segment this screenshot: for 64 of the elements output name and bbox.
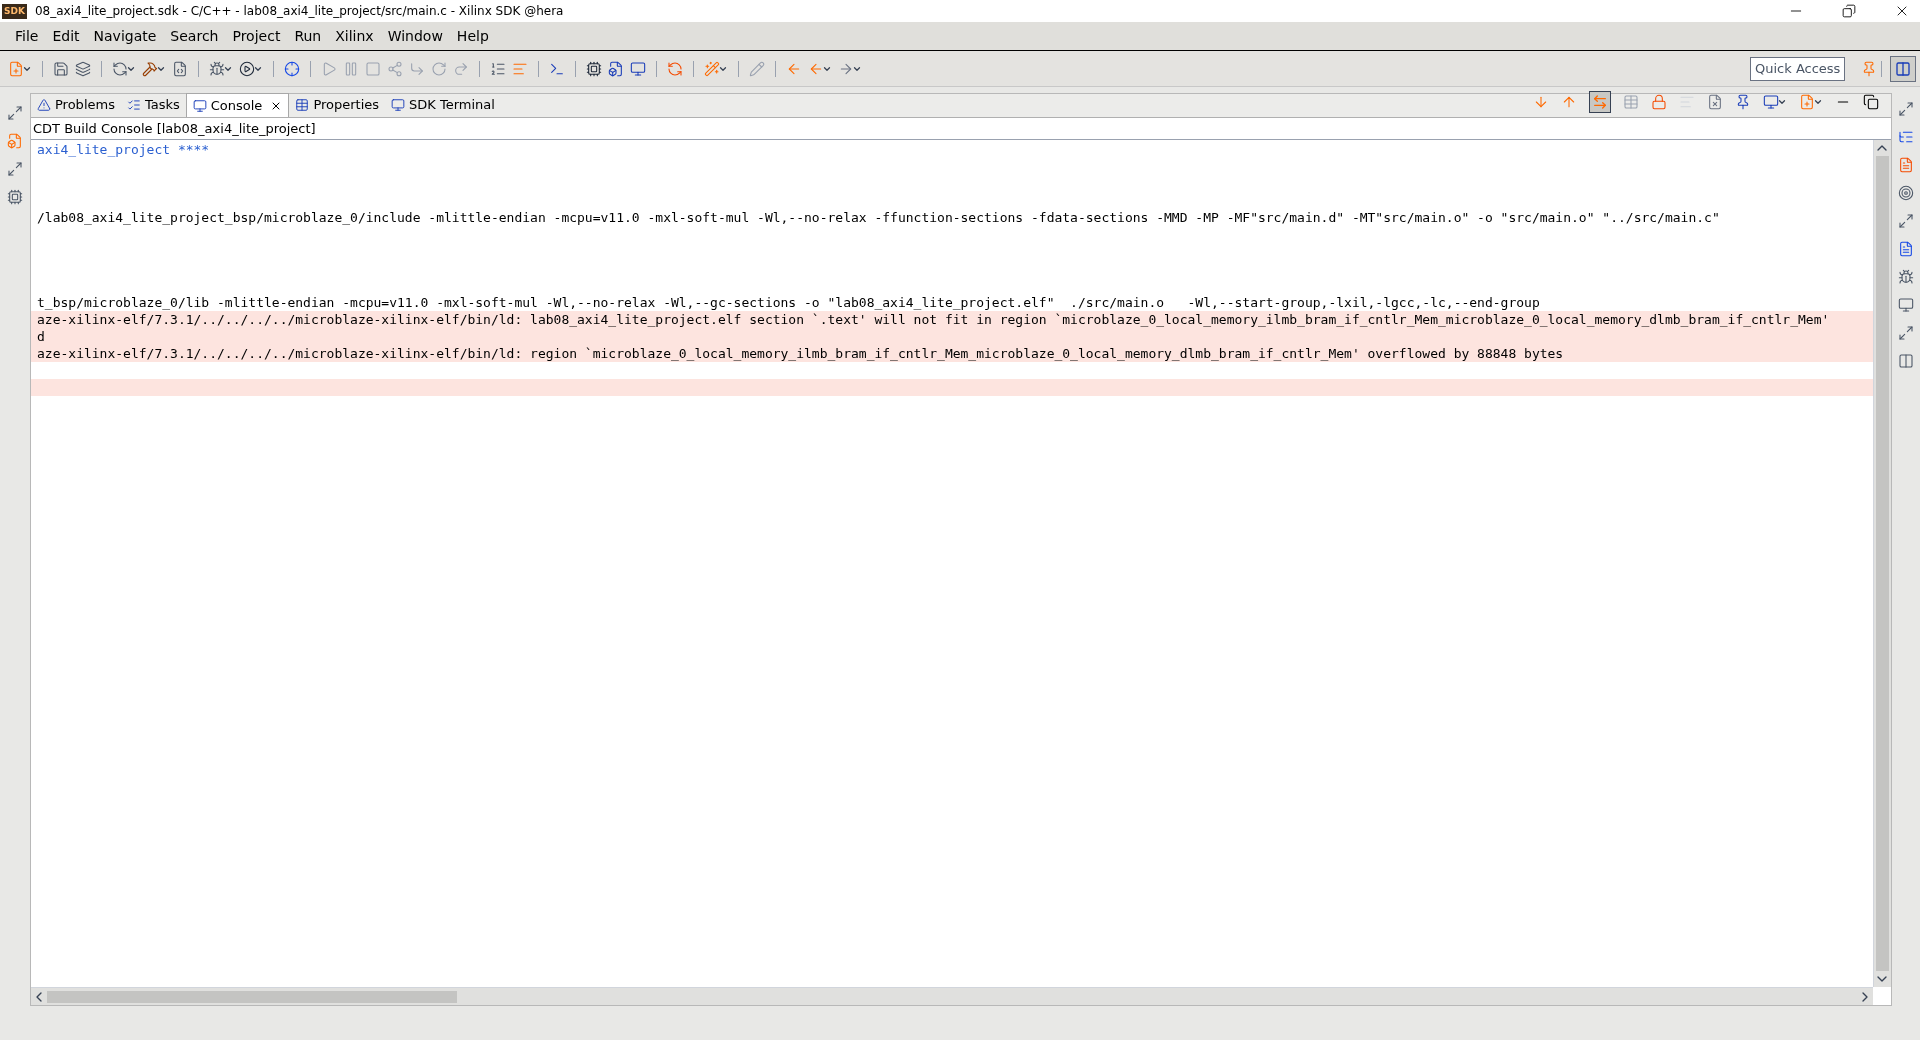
chip-icon[interactable] bbox=[7, 189, 23, 205]
dropdown-caret-icon[interactable] bbox=[1777, 97, 1787, 107]
remove-console-icon[interactable] bbox=[1707, 94, 1723, 110]
terminal-icon bbox=[391, 98, 406, 112]
console-title: CDT Build Console [lab08_axi4_lite_project] bbox=[32, 119, 316, 138]
restore-view-icon[interactable] bbox=[1898, 213, 1914, 229]
console-line: d bbox=[37, 329, 45, 344]
menu-item[interactable]: Window bbox=[380, 25, 450, 47]
perspective-button[interactable] bbox=[1890, 55, 1916, 82]
refresh-icon[interactable] bbox=[667, 60, 683, 77]
menu-item[interactable]: Run bbox=[287, 25, 329, 47]
run-icon[interactable] bbox=[239, 60, 255, 77]
console-line: axi4_lite_project **** bbox=[37, 142, 210, 157]
menu-item[interactable]: Help bbox=[449, 25, 496, 47]
console-line: aze-xilinx-elf/7.3.1/../../../../microblaze-xilinx-elf/bin/ld: region `microblaze_0_local_memory_ilmb_bram_if_cntlr_Mem_microblaze_0_local_memory_dlmb_bram_if_cntlr_Mem' overflowed by 88848 bytes bbox=[37, 346, 1564, 361]
layout-icon[interactable] bbox=[1898, 353, 1914, 369]
restore-view-icon[interactable] bbox=[1898, 101, 1914, 117]
menu-item[interactable]: Edit bbox=[45, 25, 87, 47]
console-icon bbox=[192, 98, 207, 113]
outline-icon[interactable] bbox=[1898, 129, 1914, 145]
menu-item[interactable]: Project bbox=[225, 25, 288, 47]
binary-file-icon[interactable] bbox=[172, 60, 188, 77]
console-icon[interactable] bbox=[630, 60, 646, 77]
pin-icon[interactable] bbox=[1735, 94, 1751, 110]
view-tab[interactable]: Properties bbox=[289, 93, 386, 117]
save-all-icon[interactable] bbox=[75, 60, 91, 77]
console-line: t_bsp/microblaze_0/lib -mlittle-endian -mcpu=v11.0 -mxl-soft-mul -Wl,--no-relax -Wl,--gc-sections -o "lab08_axi4_lite_project.elf" ./src/main.o -Wl,--start-group,-lxil,-lgcc,-lc,--end-group bbox=[37, 295, 1540, 310]
restore-view-icon[interactable] bbox=[1898, 325, 1914, 341]
view-tab[interactable]: Tasks bbox=[120, 93, 186, 117]
debug-icon[interactable] bbox=[209, 60, 225, 77]
hammer-icon[interactable] bbox=[142, 60, 158, 77]
save-icon[interactable] bbox=[53, 60, 69, 77]
quick-access-field[interactable]: Quick Access bbox=[1750, 56, 1845, 81]
view-tab[interactable]: SDK Terminal bbox=[385, 93, 501, 117]
tasks-icon bbox=[126, 98, 141, 112]
restore-view-icon[interactable] bbox=[7, 105, 23, 121]
document-icon[interactable] bbox=[1898, 241, 1914, 257]
toggle-button[interactable] bbox=[1589, 91, 1611, 113]
horizontal-scrollbar[interactable] bbox=[31, 987, 1873, 1005]
document-icon[interactable] bbox=[1898, 157, 1914, 173]
app-logo: SDK bbox=[2, 3, 27, 19]
target-icon[interactable] bbox=[1898, 185, 1914, 201]
sync-icon[interactable] bbox=[112, 60, 128, 77]
menu-item[interactable]: Navigate bbox=[86, 25, 164, 47]
dropdown-caret-icon[interactable] bbox=[1813, 97, 1823, 107]
console-line: aze-xilinx-elf/7.3.1/../../../../microblaze-xilinx-elf/bin/ld: lab08_axi4_lite_project.elf section `.text' will not fit in region `microblaze_0_local_memory_ilmb_bram_if_cntlr_Mem_microblaze_0_local_memory_dlmb_bram_if_cntlr_Mem' bbox=[37, 312, 1830, 327]
window-title: 08_axi4_lite_project.sdk - C/C++ - lab08_axi4_lite_project/src/main.c - Xilinx SDK @hera bbox=[34, 3, 564, 20]
view-tab[interactable]: Console bbox=[185, 93, 290, 117]
restore-icon[interactable] bbox=[1842, 4, 1856, 18]
swap-arrows-icon bbox=[1592, 94, 1608, 110]
monitor-icon[interactable] bbox=[1898, 297, 1914, 313]
problems-icon bbox=[37, 98, 51, 112]
chip-icon[interactable] bbox=[586, 60, 602, 77]
console-line: /lab08_axi4_lite_project_bsp/microblaze_0/include -mlittle-endian -mcpu=v11.0 -mxl-soft-mul -Wl,--no-relax -ffunction-sections -fdata-sections -MMD -MP -MF"src/main.d" -MT"src/main.o" -o "src/main.o" "../src/main.c" bbox=[37, 210, 1720, 225]
list-icon[interactable] bbox=[490, 60, 506, 77]
vertical-scrollbar[interactable] bbox=[1873, 140, 1891, 987]
restore-view-icon[interactable] bbox=[7, 161, 23, 177]
debug-icon[interactable] bbox=[1898, 269, 1914, 285]
view-tab[interactable]: Problems bbox=[31, 93, 121, 117]
properties-icon bbox=[295, 98, 310, 112]
menu-item[interactable]: Xilinx bbox=[328, 25, 381, 47]
menu-item[interactable]: File bbox=[8, 25, 46, 47]
scroll-lock-icon[interactable] bbox=[1651, 94, 1667, 110]
menu-item[interactable]: Search bbox=[163, 25, 226, 47]
